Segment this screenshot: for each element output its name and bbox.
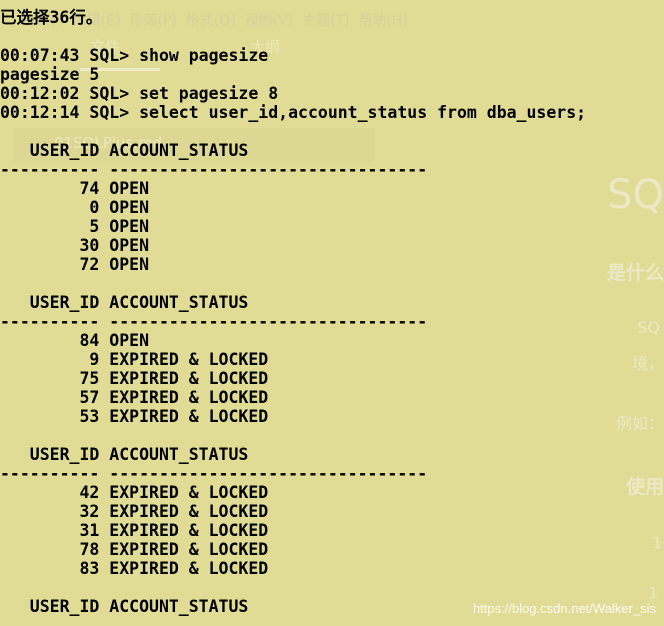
console-line: 30 OPEN — [0, 236, 150, 255]
console-line: 83 EXPIRED & LOCKED — [0, 559, 269, 578]
background-text-fragment: 是什么 — [606, 262, 664, 284]
console-line: USER_ID ACCOUNT_STATUS — [0, 141, 249, 160]
console-line: USER_ID ACCOUNT_STATUS — [0, 293, 249, 312]
sqlplus-console[interactable]: 已选择36行。 00:07:43 SQL> show pagesize pagesi… — [0, 8, 586, 616]
console-line: ---------- -----------------------------… — [0, 160, 428, 179]
console-line: 57 EXPIRED & LOCKED — [0, 388, 269, 407]
console-line: 9 EXPIRED & LOCKED — [0, 350, 269, 369]
console-line: 72 OPEN — [0, 255, 150, 274]
console-line: 00:12:02 SQL> set pagesize 8 — [0, 84, 279, 103]
console-line: USER_ID ACCOUNT_STATUS — [0, 445, 249, 464]
console-line: 53 EXPIRED & LOCKED — [0, 407, 269, 426]
console-line: 00:12:14 SQL> select user_id,account_sta… — [0, 103, 587, 122]
background-text-fragment: 1 — [648, 584, 658, 602]
background-text-fragment: 例如： — [615, 414, 664, 433]
console-line: ---------- -----------------------------… — [0, 312, 428, 331]
console-line: 0 OPEN — [0, 198, 150, 217]
console-line: 74 OPEN — [0, 179, 150, 198]
console-line: 78 EXPIRED & LOCKED — [0, 540, 269, 559]
console-line: 31 EXPIRED & LOCKED — [0, 521, 269, 540]
console-line: 32 EXPIRED & LOCKED — [0, 502, 269, 521]
background-text-fragment: 境， — [631, 354, 664, 373]
background-text-fragment: 使用 — [625, 476, 664, 498]
console-line: 5 OPEN — [0, 217, 150, 236]
background-text-fragment: 1 — [652, 534, 662, 552]
console-line: 00:07:43 SQL> show pagesize — [0, 46, 269, 65]
console-line: 42 EXPIRED & LOCKED — [0, 483, 269, 502]
console-line: 75 EXPIRED & LOCKED — [0, 369, 269, 388]
background-text-fragment: SQ — [637, 318, 660, 337]
watermark: https://blog.csdn.net/Walker_sis — [472, 601, 656, 616]
background-heading-fragment: SQ — [607, 172, 664, 218]
console-line: pagesize 5 — [0, 65, 100, 84]
console-line: 已选择36行。 — [0, 8, 103, 27]
console-line: 84 OPEN — [0, 331, 150, 350]
console-line: ---------- -----------------------------… — [0, 464, 428, 483]
